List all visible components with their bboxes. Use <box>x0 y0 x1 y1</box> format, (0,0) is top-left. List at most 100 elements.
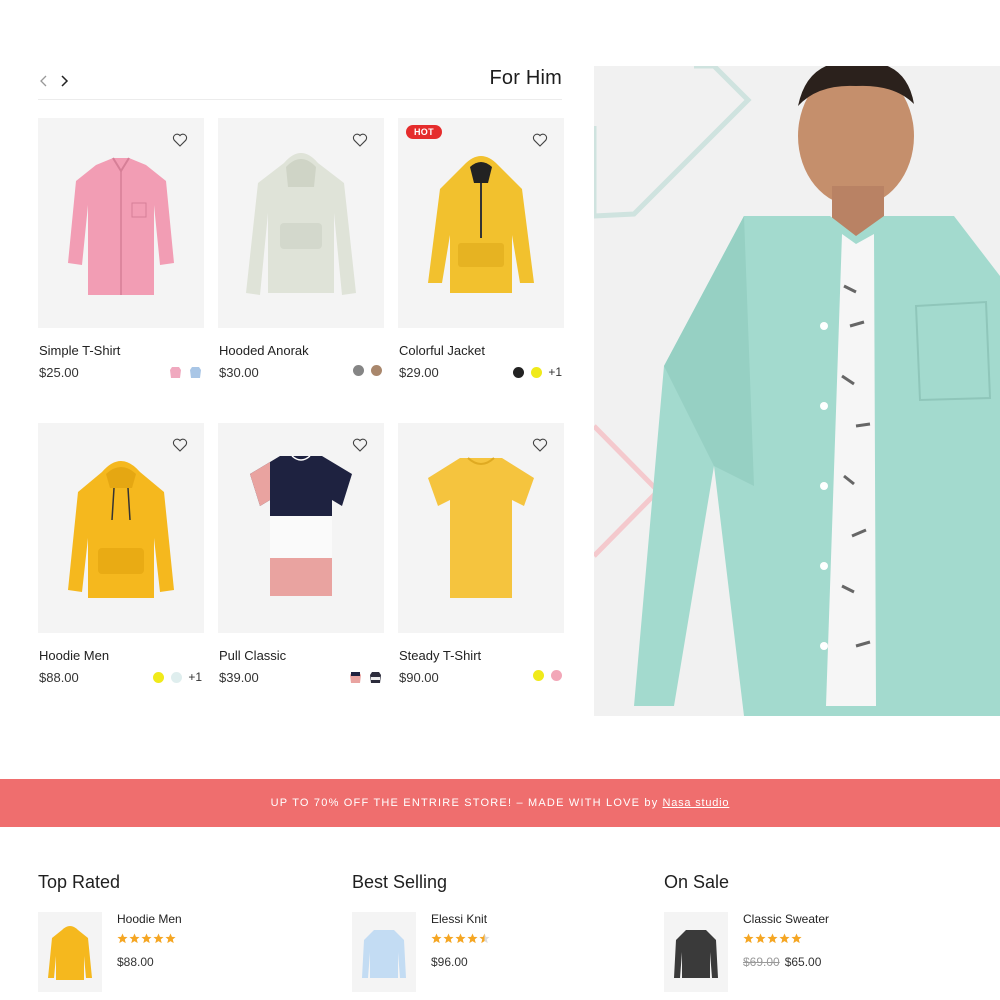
color-swatches: +1 <box>513 365 562 379</box>
list-item[interactable]: Hoodie Men $88.00 <box>38 912 318 992</box>
hoodie-image <box>48 926 92 980</box>
best-selling-list: Best Selling Elessi Knit $96.00 <box>352 872 632 992</box>
price-old: $69.00 <box>743 955 780 969</box>
price-current: $96.00 <box>431 955 468 969</box>
list-item[interactable]: Elessi Knit $96.00 <box>352 912 632 992</box>
list-title: Best Selling <box>352 872 448 892</box>
heart-icon[interactable] <box>352 437 368 453</box>
heart-icon[interactable] <box>172 132 188 148</box>
product-image[interactable] <box>38 118 204 328</box>
list-item-price: $96.00 <box>431 955 468 969</box>
swatch-pink[interactable] <box>551 670 562 681</box>
model-photo <box>594 66 1000 716</box>
section-header: For Him <box>38 64 562 100</box>
swatch-black[interactable] <box>513 366 525 378</box>
list-item-image[interactable] <box>352 912 416 992</box>
list-item-name[interactable]: Classic Sweater <box>743 912 829 926</box>
product-card[interactable]: Simple T-Shirt $25.00 <box>38 118 204 380</box>
star-icon <box>467 933 478 944</box>
product-card[interactable]: Steady T-Shirt $90.00 <box>398 423 564 685</box>
product-name[interactable]: Simple T-Shirt <box>39 343 120 358</box>
color-swatches <box>533 670 562 681</box>
swatch-mint[interactable] <box>171 671 183 683</box>
chevron-left-icon[interactable] <box>38 75 50 87</box>
swatch-pink-shirt[interactable] <box>169 365 182 379</box>
swatch-yellow[interactable] <box>153 671 165 683</box>
star-half-icon <box>479 933 490 944</box>
product-price: $39.00 <box>219 670 259 685</box>
rating-stars <box>743 933 802 944</box>
product-name[interactable]: Hoodie Men <box>39 648 109 663</box>
swatch-grey[interactable] <box>353 365 364 376</box>
swatch-yellow[interactable] <box>531 366 543 378</box>
striped-tshirt-image <box>250 455 352 596</box>
heart-icon[interactable] <box>172 437 188 453</box>
star-icon <box>129 933 140 944</box>
top-rated-list: Top Rated Hoodie Men $88.00 <box>38 872 318 992</box>
color-swatches: +1 <box>153 670 202 684</box>
section-title: For Him <box>489 67 562 89</box>
list-item-image[interactable] <box>664 912 728 992</box>
product-image[interactable] <box>218 423 384 633</box>
product-card[interactable]: HOT Colorful Jacket $29.00 +1 <box>398 118 564 380</box>
product-price: $29.00 <box>399 365 439 380</box>
on-sale-list: On Sale Classic Sweater $69.00 $65.00 <box>664 872 944 992</box>
star-icon <box>443 933 454 944</box>
price-current: $88.00 <box>117 955 154 969</box>
heart-icon[interactable] <box>532 132 548 148</box>
product-card[interactable]: Pull Classic $39.00 <box>218 423 384 685</box>
color-swatches <box>349 670 382 684</box>
product-image[interactable] <box>398 423 564 633</box>
star-icon <box>779 933 790 944</box>
product-card[interactable]: Hoodie Men $88.00 +1 <box>38 423 204 685</box>
chevron-right-icon[interactable] <box>58 75 70 87</box>
product-image[interactable]: HOT <box>398 118 564 328</box>
list-item-price: $88.00 <box>117 955 154 969</box>
product-name[interactable]: Steady T-Shirt <box>399 648 481 663</box>
promo-text: UP TO 70% OFF THE ENTRIRE STORE! – MADE … <box>270 797 659 809</box>
star-icon <box>153 933 164 944</box>
list-item-image[interactable] <box>38 912 102 992</box>
swatch-brown[interactable] <box>371 365 382 376</box>
product-price: $30.00 <box>219 365 259 380</box>
color-swatches <box>353 365 382 376</box>
tshirt-image <box>428 457 534 598</box>
more-colors[interactable]: +1 <box>548 365 562 379</box>
heart-icon[interactable] <box>532 437 548 453</box>
list-title: On Sale <box>664 872 730 892</box>
price-current: $65.00 <box>784 955 822 969</box>
heart-icon[interactable] <box>352 132 368 148</box>
star-icon <box>117 933 128 944</box>
star-icon <box>743 933 754 944</box>
star-icon <box>791 933 802 944</box>
hot-badge: HOT <box>406 125 442 139</box>
promo-link[interactable]: Nasa studio <box>662 797 729 809</box>
more-colors[interactable]: +1 <box>188 670 202 684</box>
product-price: $90.00 <box>399 670 439 685</box>
star-icon <box>767 933 778 944</box>
list-item-name[interactable]: Hoodie Men <box>117 912 182 926</box>
star-icon <box>755 933 766 944</box>
product-card[interactable]: Hooded Anorak $30.00 <box>218 118 384 380</box>
swatch-blue-shirt[interactable] <box>189 365 202 379</box>
product-price: $25.00 <box>39 365 79 380</box>
hoodie-image <box>68 461 174 598</box>
product-image[interactable] <box>218 118 384 328</box>
sweater-image <box>674 930 718 978</box>
promo-banner-image[interactable] <box>594 66 1000 716</box>
promo-bar: UP TO 70% OFF THE ENTRIRE STORE! – MADE … <box>0 779 1000 827</box>
star-icon <box>141 933 152 944</box>
list-item-name[interactable]: Elessi Knit <box>431 912 487 926</box>
color-swatches <box>169 365 202 379</box>
product-name[interactable]: Hooded Anorak <box>219 343 309 358</box>
rating-stars <box>117 933 176 944</box>
product-image[interactable] <box>38 423 204 633</box>
product-name[interactable]: Pull Classic <box>219 648 286 663</box>
product-name[interactable]: Colorful Jacket <box>399 343 485 358</box>
list-item[interactable]: Classic Sweater $69.00 $65.00 <box>664 912 944 992</box>
product-price: $88.00 <box>39 670 79 685</box>
swatch-dark-stripe[interactable] <box>369 670 382 684</box>
swatch-yellow[interactable] <box>533 670 544 681</box>
star-icon <box>431 933 442 944</box>
swatch-pink-stripe[interactable] <box>349 670 362 684</box>
